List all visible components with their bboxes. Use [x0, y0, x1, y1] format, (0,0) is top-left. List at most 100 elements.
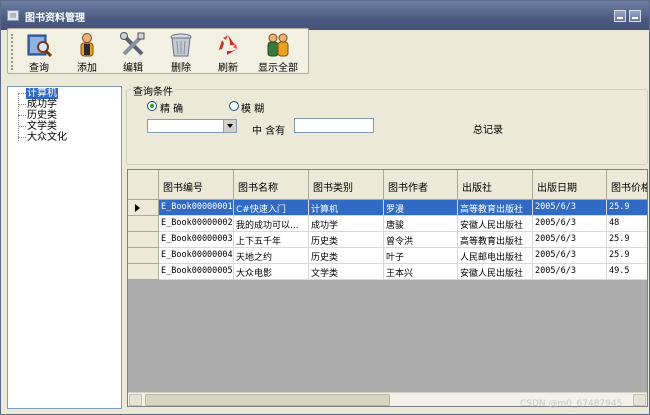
- column-header[interactable]: 出版日期: [533, 170, 607, 200]
- cell-category[interactable]: 文学类: [309, 264, 384, 280]
- tree-item-literature[interactable]: 文学类: [26, 121, 58, 132]
- edit-button[interactable]: 编辑: [116, 31, 150, 74]
- cell-author[interactable]: 唐骏: [384, 216, 458, 232]
- cell-category[interactable]: 历史类: [309, 248, 384, 264]
- cell-price[interactable]: 25.9: [607, 248, 647, 264]
- users-icon: [267, 33, 289, 57]
- cell-date[interactable]: 2005/6/3: [533, 216, 607, 232]
- cell-author[interactable]: 罗漫: [384, 200, 458, 216]
- cell-publisher[interactable]: 安徽人民出版社: [458, 264, 533, 280]
- title-bar[interactable]: 图书资料管理: [1, 1, 649, 30]
- column-header[interactable]: 图书价格: [607, 170, 647, 200]
- table-row[interactable]: E_Book00000003 上下五千年 历史类 曾令洪 高等教育出版社 200…: [159, 232, 647, 248]
- column-header[interactable]: 出版社: [458, 170, 533, 200]
- cell-price[interactable]: 25.9: [607, 200, 647, 216]
- cell-book-id[interactable]: E_Book00000002: [159, 216, 234, 232]
- cell-category[interactable]: 计算机: [309, 200, 384, 216]
- query-button-label: 查询: [29, 63, 49, 74]
- scroll-right-icon[interactable]: [633, 394, 646, 406]
- delete-button-label: 删除: [171, 63, 191, 74]
- row-header[interactable]: [128, 216, 159, 232]
- window-title: 图书资料管理: [25, 13, 85, 24]
- cell-date[interactable]: 2005/6/3: [533, 200, 607, 216]
- current-row-arrow-icon: [135, 204, 140, 212]
- cell-book-id[interactable]: E_Book00000004: [159, 248, 234, 264]
- toolbar: 查询 添加 编辑 删除 刷新 显示全部: [7, 28, 309, 74]
- cell-book-name[interactable]: 我的成功可以...: [234, 216, 309, 232]
- add-user-icon: [80, 33, 94, 57]
- grid-corner: [128, 170, 159, 200]
- cell-date[interactable]: 2005/6/3: [533, 232, 607, 248]
- cell-publisher[interactable]: 高等教育出版社: [458, 232, 533, 248]
- query-button[interactable]: 查询: [22, 31, 56, 74]
- app-icon: [7, 10, 19, 21]
- refresh-button-label: 刷新: [218, 63, 238, 74]
- cell-publisher[interactable]: 安徽人民出版社: [458, 216, 533, 232]
- cell-price[interactable]: 25.9: [607, 232, 647, 248]
- chevron-down-icon[interactable]: [223, 120, 236, 132]
- tools-icon: [120, 32, 145, 56]
- show-all-button[interactable]: 显示全部: [256, 31, 300, 74]
- tree-item-history[interactable]: 历史类: [26, 110, 58, 121]
- cell-book-id[interactable]: E_Book00000003: [159, 232, 234, 248]
- cell-book-name[interactable]: 大众电影: [234, 264, 309, 280]
- cell-date[interactable]: 2005/6/3: [533, 264, 607, 280]
- tree-item-computer[interactable]: 计算机: [26, 88, 58, 99]
- cell-price[interactable]: 48: [607, 216, 647, 232]
- query-conditions-title: 查询条件: [131, 83, 175, 98]
- cell-book-name[interactable]: 天地之约: [234, 248, 309, 264]
- tree-connector-line: [18, 104, 26, 105]
- cell-book-name[interactable]: 上下五千年: [234, 232, 309, 248]
- tree-item-success[interactable]: 成功学: [26, 99, 58, 110]
- watermark: CSDN @m0_67487945: [520, 399, 623, 409]
- row-header[interactable]: [128, 248, 159, 264]
- column-header[interactable]: 图书类别: [309, 170, 384, 200]
- contains-label: 中 含有: [252, 126, 286, 137]
- trash-icon: [170, 33, 192, 57]
- main-window: 图书资料管理 查询 添加 编辑 删除 刷新 显示全部 计算机 成功学 历史类 文…: [0, 0, 650, 415]
- field-select[interactable]: [147, 119, 237, 133]
- cell-book-name[interactable]: C#快速入门: [234, 200, 309, 216]
- cell-publisher[interactable]: 高等教育出版社: [458, 200, 533, 216]
- tree-connector-line: [18, 93, 26, 94]
- table-row[interactable]: E_Book00000002 我的成功可以... 成功学 唐骏 安徽人民出版社 …: [159, 216, 647, 232]
- keyword-input[interactable]: [294, 118, 374, 133]
- cell-book-id[interactable]: E_Book00000001: [159, 200, 234, 216]
- scroll-left-icon[interactable]: [129, 394, 142, 406]
- cell-author[interactable]: 王本兴: [384, 264, 458, 280]
- cell-price[interactable]: 49.5: [607, 264, 647, 280]
- show-all-button-label: 显示全部: [258, 63, 298, 74]
- cell-author[interactable]: 曾令洪: [384, 232, 458, 248]
- maximize-button[interactable]: [629, 10, 641, 22]
- toolbar-grip-icon[interactable]: [11, 34, 14, 70]
- add-button-label: 添加: [77, 63, 97, 74]
- scroll-thumb[interactable]: [145, 394, 390, 406]
- cell-category[interactable]: 历史类: [309, 232, 384, 248]
- column-header[interactable]: 图书名称: [234, 170, 309, 200]
- table-row[interactable]: E_Book00000001 C#快速入门 计算机 罗漫 高等教育出版社 200…: [159, 200, 647, 216]
- tree-connector-line: [18, 126, 26, 127]
- row-header[interactable]: [128, 200, 159, 216]
- table-row[interactable]: E_Book00000005 大众电影 文学类 王本兴 安徽人民出版社 2005…: [159, 264, 647, 280]
- table-row[interactable]: E_Book00000004 天地之约 历史类 叶子 人民邮电出版社 2005/…: [159, 248, 647, 264]
- fuzzy-radio[interactable]: [229, 101, 239, 111]
- books-grid[interactable]: 图书编号 图书名称 图书类别 图书作者 出版社 出版日期 图书价格 E_Book…: [127, 169, 648, 407]
- fuzzy-radio-label: 模 糊: [241, 104, 265, 115]
- row-header[interactable]: [128, 264, 159, 280]
- cell-date[interactable]: 2005/6/3: [533, 248, 607, 264]
- refresh-button[interactable]: 刷新: [211, 31, 245, 74]
- exact-radio[interactable]: [147, 101, 157, 111]
- category-tree[interactable]: 计算机 成功学 历史类 文学类 大众文化: [7, 86, 122, 409]
- column-header[interactable]: 图书编号: [159, 170, 234, 200]
- book-search-icon: [27, 34, 52, 58]
- cell-category[interactable]: 成功学: [309, 216, 384, 232]
- cell-publisher[interactable]: 人民邮电出版社: [458, 248, 533, 264]
- column-header[interactable]: 图书作者: [384, 170, 458, 200]
- minimize-button[interactable]: [614, 10, 626, 22]
- cell-book-id[interactable]: E_Book00000005: [159, 264, 234, 280]
- add-button[interactable]: 添加: [70, 31, 104, 74]
- cell-author[interactable]: 叶子: [384, 248, 458, 264]
- delete-button[interactable]: 删除: [164, 31, 198, 74]
- tree-item-popular-culture[interactable]: 大众文化: [26, 132, 68, 143]
- row-header[interactable]: [128, 232, 159, 248]
